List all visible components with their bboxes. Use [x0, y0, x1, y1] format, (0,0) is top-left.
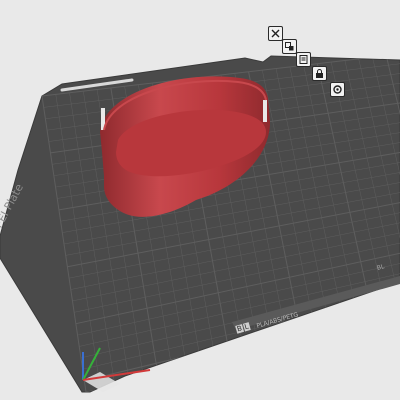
arrange-icon[interactable]	[282, 39, 297, 54]
3d-viewport[interactable]	[0, 0, 400, 400]
model-slot-right	[263, 100, 267, 122]
settings-icon[interactable]	[330, 82, 345, 97]
close-plate-icon[interactable]	[268, 26, 283, 41]
orient-icon[interactable]	[296, 52, 311, 67]
scene-svg[interactable]	[0, 0, 400, 400]
lock-icon[interactable]	[312, 66, 327, 81]
